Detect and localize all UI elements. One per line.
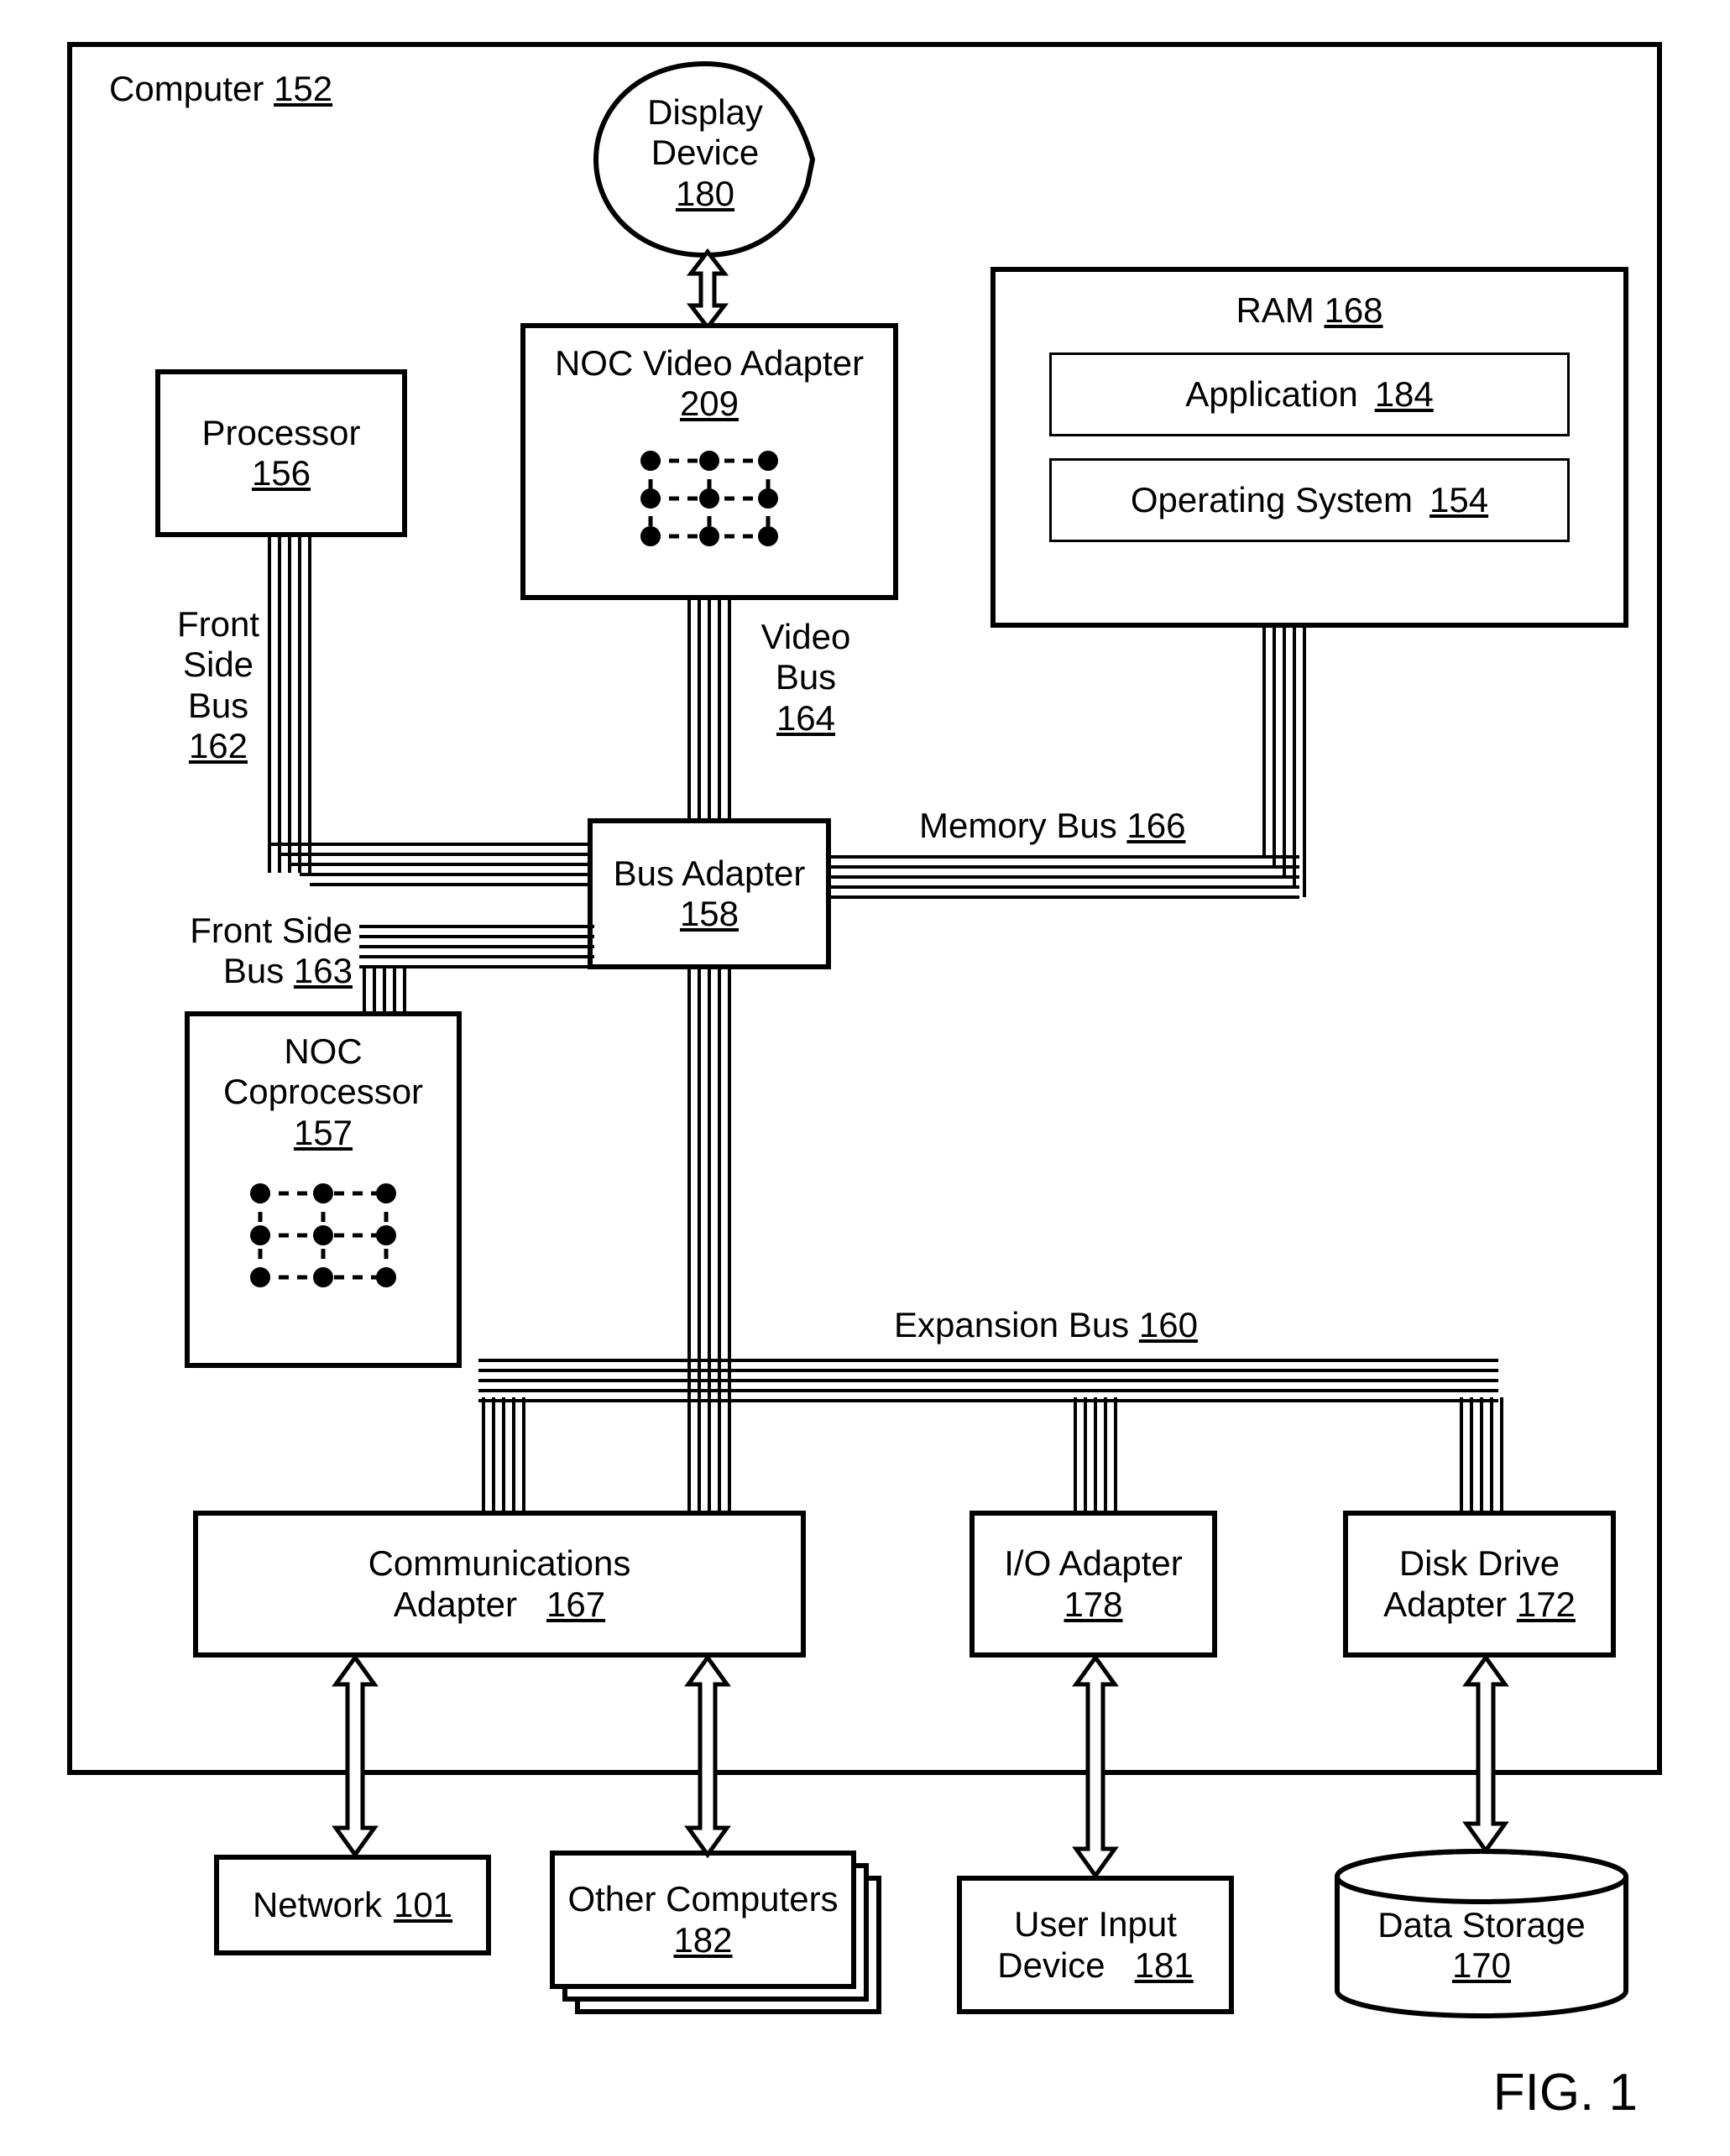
app-label: Application xyxy=(1185,374,1357,415)
display-device-label: Display Device 180 xyxy=(621,92,789,214)
bus-adapter-ref: 158 xyxy=(680,894,739,933)
bus-adapter-block: Bus Adapter 158 xyxy=(588,818,831,969)
mbus-ref: 166 xyxy=(1126,806,1185,845)
expbus-text: Expansion Bus xyxy=(894,1305,1129,1344)
fsb163-label: Front Side Bus 163 xyxy=(168,911,353,992)
noc-grid-icon xyxy=(625,436,793,561)
vbus164-label: Video Bus 164 xyxy=(747,617,865,739)
network-label: Network xyxy=(253,1885,382,1925)
disk-l1: Disk Drive xyxy=(1399,1543,1560,1584)
expbus-label: Expansion Bus 160 xyxy=(894,1305,1198,1345)
display-l2: Device xyxy=(621,133,789,173)
vbus-l2: Bus xyxy=(747,657,865,697)
fsb162-l3: Bus xyxy=(168,686,269,726)
os-block: Operating System 154 xyxy=(1049,458,1570,542)
noc-grid-icon-2 xyxy=(235,1168,411,1302)
display-l1: Display xyxy=(621,92,789,133)
disk-l2: Adapter xyxy=(1383,1584,1507,1624)
fsb163-ref: 163 xyxy=(294,951,353,990)
comm-l2: Adapter xyxy=(394,1584,517,1624)
io-ref: 178 xyxy=(1064,1584,1122,1624)
noc-va-ref: 209 xyxy=(680,384,739,423)
disk-adapter-block: Disk Drive Adapter 172 xyxy=(1343,1511,1616,1657)
disk-row2: Adapter 172 xyxy=(1383,1584,1576,1625)
figure-label: FIG. 1 xyxy=(1493,2063,1638,2122)
computer-label: Computer 152 xyxy=(109,69,332,109)
display-ref: 180 xyxy=(676,174,734,213)
other-computers-block: Other Computers 182 xyxy=(550,1851,856,1989)
uid-l2: Device xyxy=(997,1945,1105,1985)
io-label: I/O Adapter xyxy=(1004,1543,1182,1584)
bus-adapter-label: Bus Adapter xyxy=(614,854,806,894)
application-block: Application 184 xyxy=(1049,352,1570,436)
ds-ref: 170 xyxy=(1452,1945,1511,1985)
expbus-ref: 160 xyxy=(1139,1305,1198,1344)
computer-text: Computer xyxy=(109,69,264,108)
ram-ref: 168 xyxy=(1324,290,1382,330)
ram-label: RAM xyxy=(1236,290,1314,330)
comm-ref: 167 xyxy=(546,1584,605,1624)
noc-coprocessor-block: NOC Coprocessor 157 xyxy=(185,1011,462,1368)
uid-row2: Device 181 xyxy=(997,1945,1193,1986)
fsb162-ref: 162 xyxy=(189,726,248,765)
ram-title: RAM 168 xyxy=(1236,290,1382,331)
comm-row2: Adapter 167 xyxy=(394,1584,605,1625)
comm-adapter-block: Communications Adapter 167 xyxy=(193,1511,806,1657)
fsb163-l2: Bus xyxy=(223,951,284,990)
app-ref: 184 xyxy=(1375,374,1434,415)
noc-video-adapter-block: NOC Video Adapter 209 xyxy=(520,323,898,600)
vbus-ref: 164 xyxy=(776,698,835,738)
uid-l1: User Input xyxy=(1014,1904,1177,1945)
mbus166-label: Memory Bus 166 xyxy=(919,806,1185,846)
network-ref: 101 xyxy=(394,1885,452,1925)
other-comp-label: Other Computers xyxy=(567,1879,838,1919)
processor-label: Processor xyxy=(201,413,360,453)
fsb163-l1: Front Side xyxy=(168,911,353,951)
uid-ref: 181 xyxy=(1135,1945,1194,1985)
fsb162-label: Front Side Bus 162 xyxy=(168,604,269,766)
diagram-page: Computer 152 Display Device 180 Processo… xyxy=(0,0,1730,2156)
data-storage-label: Data Storage 170 xyxy=(1347,1905,1616,1986)
disk-ref: 172 xyxy=(1517,1584,1576,1624)
computer-ref: 152 xyxy=(274,69,332,108)
noc-cop-ref: 157 xyxy=(294,1113,353,1152)
user-input-block: User Input Device 181 xyxy=(957,1876,1234,2014)
mbus-label: Memory Bus xyxy=(919,806,1117,845)
fsb162-l1: Front xyxy=(168,604,269,645)
fsb162-l2: Side xyxy=(168,645,269,685)
noc-cop-l1: NOC xyxy=(284,1031,362,1072)
os-ref: 154 xyxy=(1429,480,1488,520)
noc-cop-l2: Coprocessor xyxy=(223,1072,423,1112)
comm-l1: Communications xyxy=(368,1543,631,1584)
processor-ref: 156 xyxy=(252,453,311,493)
network-block: Network 101 xyxy=(214,1855,491,1955)
vbus-l1: Video xyxy=(747,617,865,657)
other-comp-ref: 182 xyxy=(673,1920,732,1960)
processor-block: Processor 156 xyxy=(155,369,407,537)
io-adapter-block: I/O Adapter 178 xyxy=(970,1511,1217,1657)
noc-va-label: NOC Video Adapter xyxy=(555,343,864,384)
os-label: Operating System xyxy=(1131,480,1413,520)
ram-block: RAM 168 Application 184 Operating System… xyxy=(990,267,1628,628)
ds-label: Data Storage xyxy=(1347,1905,1616,1945)
